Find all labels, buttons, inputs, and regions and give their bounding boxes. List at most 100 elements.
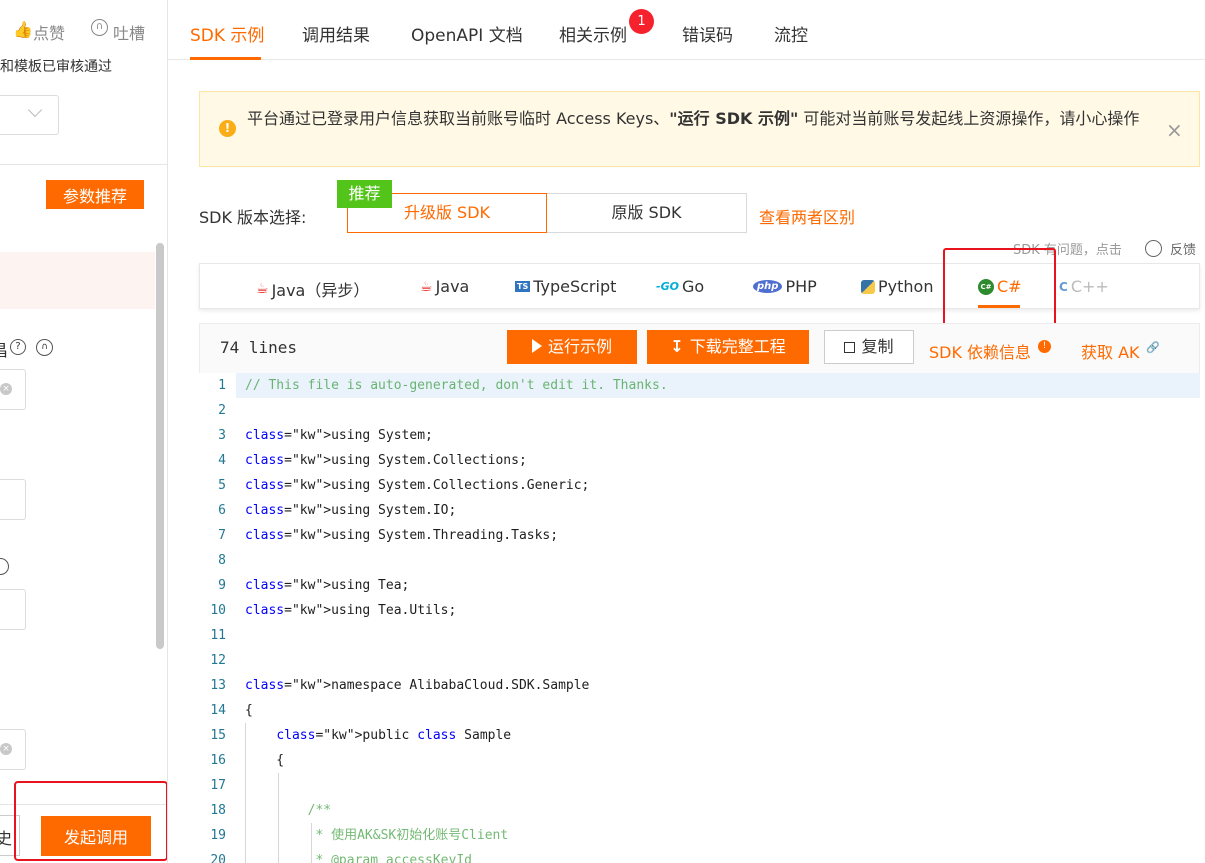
copy-button[interactable]: 复制 — [824, 330, 914, 364]
sdk-version-label: SDK 版本选择: — [199, 208, 307, 227]
clear-icon[interactable]: × — [0, 743, 12, 755]
code-line: 3 class="kw">using System; — [199, 423, 1200, 448]
cpp-icon: C — [1059, 279, 1068, 294]
history-label: 史 — [0, 825, 12, 849]
code-text: { — [245, 753, 285, 768]
param-input-2[interactable] — [0, 479, 26, 520]
line-number: 4 — [218, 453, 226, 468]
lang-php[interactable]: php PHP — [753, 277, 817, 296]
param-input-4[interactable]: × — [0, 729, 26, 770]
compare-link[interactable]: 查看两者区别 — [759, 204, 855, 228]
tab-flow-control[interactable]: 流控 — [774, 21, 808, 46]
lang-typescript[interactable]: TS TypeScript — [515, 277, 616, 296]
lang-go[interactable]: -GO Go — [656, 277, 704, 296]
original-sdk-option[interactable]: 原版 SDK — [547, 193, 747, 233]
tab-related-examples[interactable]: 相关示例 — [559, 21, 627, 46]
line-number: 13 — [210, 678, 226, 693]
tab-call-result[interactable]: 调用结果 — [302, 21, 370, 46]
code-text: // This file is auto-generated, don't ed… — [245, 378, 668, 393]
code-line: 12 — [199, 648, 1200, 673]
divider — [0, 164, 167, 165]
download-project-button[interactable]: ↧ 下载完整工程 — [647, 330, 809, 364]
complain-label[interactable]: 吐槽 — [113, 20, 145, 44]
tab-error-codes[interactable]: 错误码 — [682, 21, 733, 46]
code-text: class="kw">using System; — [245, 428, 433, 443]
sdk-dependency-link[interactable]: SDK 依赖信息 — [929, 339, 1031, 363]
php-icon: php — [753, 280, 783, 293]
download-icon: ↧ — [670, 337, 684, 356]
field-label-fragment: 昌 — [0, 337, 8, 361]
line-number: 1 — [218, 378, 226, 393]
review-status-text: 和模板已审核通过 — [0, 59, 112, 75]
code-editor[interactable]: 1 // This file is auto-generated, don't e… — [199, 373, 1200, 863]
code-line: 11 — [199, 623, 1200, 648]
lang-cpp[interactable]: C C++ — [1059, 277, 1109, 296]
left-panel: 👍 点赞 ∩ 吐槽 和模板已审核通过 参数推荐 昌 ? ∩ × × 史 发起调用 — [0, 0, 168, 863]
recommend-tag: 推荐 — [337, 180, 392, 208]
notice-text: 平台通过已登录用户信息获取当前账号临时 Access Keys、"运行 SDK … — [247, 109, 1140, 128]
like-label[interactable]: 点赞 — [33, 20, 65, 44]
typescript-icon: TS — [515, 281, 531, 292]
param-input-1[interactable]: × — [0, 369, 26, 410]
code-line: 18 /** — [199, 798, 1200, 823]
frown-icon[interactable] — [1145, 240, 1162, 257]
thumbs-up-icon[interactable]: 👍 — [13, 20, 33, 39]
frown-icon[interactable]: ∩ — [91, 19, 108, 36]
code-line: 2 — [199, 398, 1200, 423]
lines-count: 74 lines — [220, 338, 298, 357]
tab-sdk-example[interactable]: SDK 示例 — [190, 21, 264, 46]
line-number: 9 — [218, 578, 226, 593]
chevron-down-icon — [27, 102, 43, 118]
code-line: 5 class="kw">using System.Collections.Gen… — [199, 473, 1200, 498]
line-number: 6 — [218, 503, 226, 518]
code-line: 4 class="kw">using System.Collections; — [199, 448, 1200, 473]
line-number: 12 — [210, 653, 226, 668]
code-line: 1 // This file is auto-generated, don't e… — [199, 373, 1200, 398]
feedback-label[interactable]: 反馈 — [1170, 239, 1196, 258]
line-number: 7 — [218, 528, 226, 543]
code-text: /** — [245, 803, 332, 818]
code-text: class="kw">using System.Collections.Gene… — [245, 478, 590, 493]
code-line: 9 class="kw">using Tea; — [199, 573, 1200, 598]
java-icon: ☕ — [256, 281, 269, 297]
code-text: class="kw">using System.Collections; — [245, 453, 527, 468]
code-line: 14 { — [199, 698, 1200, 723]
run-example-button[interactable]: 运行示例 — [507, 330, 637, 364]
code-line: 13 class="kw">namespace AlibabaCloud.SDK.… — [199, 673, 1200, 698]
code-line: 20 * @param accessKeyId — [199, 848, 1200, 863]
code-line: 19 * 使用AK&SK初始化账号Client — [199, 823, 1200, 848]
code-text: class="kw">using System.Threading.Tasks; — [245, 528, 559, 543]
code-text: class="kw">using Tea.Utils; — [245, 603, 457, 618]
highlight-box-invoke — [14, 781, 167, 861]
line-number: 14 — [210, 703, 226, 718]
line-number: 2 — [218, 403, 226, 418]
get-ak-link[interactable]: 获取 AK — [1081, 339, 1140, 363]
region-select[interactable] — [0, 95, 59, 135]
param-recommend-button[interactable]: 参数推荐 — [46, 180, 144, 209]
close-icon[interactable]: × — [1166, 118, 1183, 142]
help-icon[interactable]: ? — [10, 339, 26, 355]
lang-java[interactable]: ☕ Java — [420, 277, 469, 296]
link-icon: 🔗 — [1146, 341, 1160, 354]
code-line: 6 class="kw">using System.IO; — [199, 498, 1200, 523]
play-icon — [531, 339, 542, 353]
tab-openapi-doc[interactable]: OpenAPI 文档 — [411, 21, 523, 46]
code-line: 15 class="kw">public class Sample — [199, 723, 1200, 748]
frown-icon[interactable] — [0, 558, 9, 575]
clear-icon[interactable]: × — [0, 383, 12, 395]
param-input-3[interactable] — [0, 589, 26, 630]
code-line: 17 — [199, 773, 1200, 798]
code-text: class="kw">using System.IO; — [245, 503, 457, 518]
line-number: 3 — [218, 428, 226, 443]
scrollbar-track[interactable] — [156, 243, 164, 649]
line-number: 8 — [218, 553, 226, 568]
code-line: 8 — [199, 548, 1200, 573]
frown-icon[interactable]: ∩ — [36, 339, 53, 356]
warning-icon: ! — [219, 120, 236, 137]
lang-java-async[interactable]: ☕ Java（异步） — [256, 277, 369, 301]
line-number: 11 — [210, 628, 226, 643]
code-text: * @param accessKeyId — [245, 853, 472, 863]
copy-icon — [844, 342, 856, 353]
scrollbar-thumb[interactable] — [156, 243, 164, 649]
lang-python[interactable]: Python — [861, 277, 933, 296]
